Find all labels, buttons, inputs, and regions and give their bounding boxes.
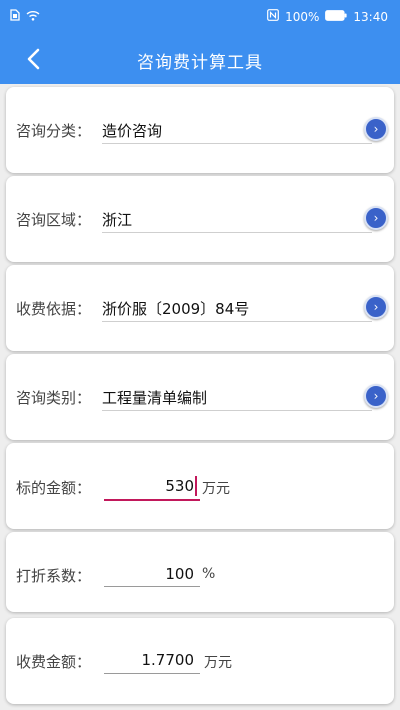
- chevron-right-icon[interactable]: ›: [364, 295, 388, 319]
- chevron-right-icon[interactable]: ›: [364, 384, 388, 408]
- discount-input[interactable]: 100: [104, 565, 194, 583]
- battery-text: 100%: [285, 9, 320, 24]
- category-label: 咨询分类：: [16, 122, 92, 140]
- discount-unit: %: [202, 566, 216, 582]
- category-select[interactable]: 造价咨询: [102, 120, 162, 141]
- chevron-right-icon[interactable]: ›: [364, 117, 388, 141]
- amount-label: 标的金额：: [16, 479, 92, 497]
- basis-label: 收费依据：: [16, 300, 92, 318]
- type-card: 咨询类别： 工程量清单编制 ›: [6, 354, 394, 440]
- basis-card: 收费依据： 浙价服〔2009〕84号 ›: [6, 265, 394, 351]
- page-title: 咨询费计算工具: [137, 53, 263, 73]
- basis-select[interactable]: 浙价服〔2009〕84号: [102, 298, 249, 319]
- fee-unit: 万元: [204, 655, 232, 671]
- region-card: 咨询区域： 浙江 ›: [6, 176, 394, 262]
- category-underline: [102, 143, 372, 144]
- fee-underline: [104, 673, 200, 674]
- amount-underline: [104, 499, 200, 501]
- status-bar: 100% 13:40: [0, 0, 400, 34]
- battery-icon: [325, 9, 348, 24]
- amount-unit: 万元: [202, 481, 230, 497]
- fee-value: 1.7700: [141, 651, 195, 669]
- basis-underline: [102, 321, 372, 322]
- wifi-icon: [26, 10, 40, 24]
- category-card: 咨询分类： 造价咨询 ›: [6, 87, 394, 173]
- region-select[interactable]: 浙江: [102, 209, 132, 230]
- type-select[interactable]: 工程量清单编制: [102, 387, 207, 408]
- region-underline: [102, 232, 372, 233]
- sim-icon: [10, 9, 20, 24]
- text-cursor: [195, 476, 197, 496]
- type-label: 咨询类别：: [16, 389, 92, 407]
- app-bar: 咨询费计算工具: [0, 34, 400, 84]
- discount-card: 打折系数： 100 %: [6, 532, 394, 612]
- amount-card: 标的金额： 530 万元: [6, 443, 394, 529]
- fee-card: 收费金额： 1.7700 万元: [6, 618, 394, 704]
- discount-underline: [104, 586, 200, 587]
- chevron-right-icon[interactable]: ›: [364, 206, 388, 230]
- discount-label: 打折系数：: [16, 567, 92, 585]
- nfc-icon: [267, 9, 279, 24]
- type-underline: [102, 410, 372, 411]
- amount-input[interactable]: 530: [104, 477, 194, 495]
- fee-label: 收费金额：: [16, 653, 92, 671]
- clock-time: 13:40: [353, 9, 388, 24]
- region-label: 咨询区域：: [16, 211, 92, 229]
